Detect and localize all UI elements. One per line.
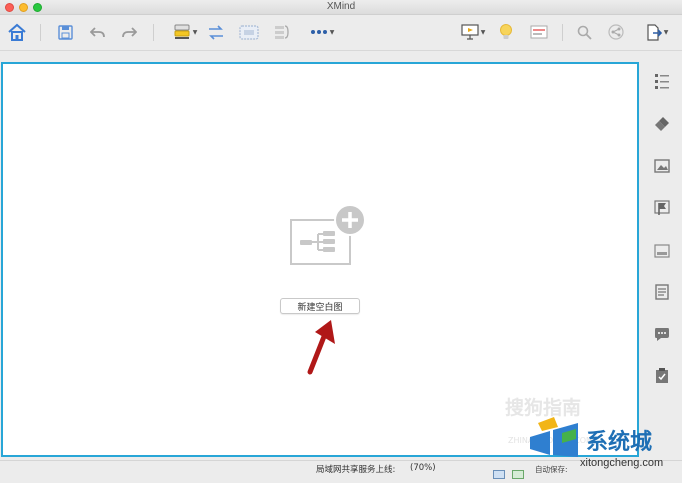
annotation-arrow xyxy=(303,318,339,380)
task-clipboard-icon[interactable] xyxy=(653,366,671,384)
format-brush-icon[interactable] xyxy=(653,115,671,133)
toolbar: ▼ ▼ ▼ ▼ xyxy=(0,15,682,51)
chevron-down-icon[interactable]: ▼ xyxy=(193,29,198,36)
marker-flag-icon[interactable] xyxy=(653,199,671,217)
outline-list-icon[interactable] xyxy=(653,72,671,90)
lan-share-status: 局域网共享服务上线: xyxy=(316,465,396,475)
chevron-down-icon[interactable]: ▼ xyxy=(481,29,486,36)
zoom-level[interactable]: (70%) xyxy=(410,463,436,473)
summary-icon[interactable] xyxy=(272,21,292,43)
save-icon[interactable] xyxy=(55,21,75,43)
comment-icon[interactable] xyxy=(653,325,671,343)
xitongcheng-watermark: 系统城 xyxy=(586,430,653,455)
chevron-down-icon[interactable]: ▼ xyxy=(664,29,669,36)
window-title: XMind xyxy=(326,1,356,12)
title-bar: XMind xyxy=(0,0,682,15)
share-icon[interactable] xyxy=(606,21,626,43)
relationship-icon[interactable] xyxy=(206,21,226,43)
idea-icon[interactable] xyxy=(496,21,516,43)
autosave-status: 自动保存: xyxy=(535,465,568,474)
xitongcheng-logo-icon xyxy=(528,415,580,465)
new-blank-map-button[interactable]: 新建空白图 xyxy=(280,298,360,314)
new-mindmap-icon[interactable] xyxy=(290,204,368,270)
image-icon[interactable] xyxy=(653,157,671,175)
more-icon[interactable]: ▼ xyxy=(305,21,339,43)
style-icon[interactable]: ▼ xyxy=(168,21,202,43)
redo-icon[interactable] xyxy=(119,21,139,43)
fit-view-icon[interactable] xyxy=(512,464,524,479)
search-icon[interactable] xyxy=(574,21,594,43)
export-icon[interactable]: ▼ xyxy=(640,21,674,43)
presentation-icon[interactable]: ▼ xyxy=(456,21,490,43)
view-mode-icon[interactable] xyxy=(493,464,505,479)
label-icon[interactable] xyxy=(653,242,671,260)
outline-icon[interactable] xyxy=(528,21,550,43)
notes-icon[interactable] xyxy=(653,283,671,301)
right-side-panel xyxy=(641,52,682,460)
boundary-icon[interactable] xyxy=(238,21,260,43)
undo-icon[interactable] xyxy=(87,21,107,43)
xitongcheng-url: xitongcheng.com xyxy=(580,457,664,469)
chevron-down-icon[interactable]: ▼ xyxy=(330,29,335,36)
home-icon[interactable] xyxy=(6,21,28,43)
